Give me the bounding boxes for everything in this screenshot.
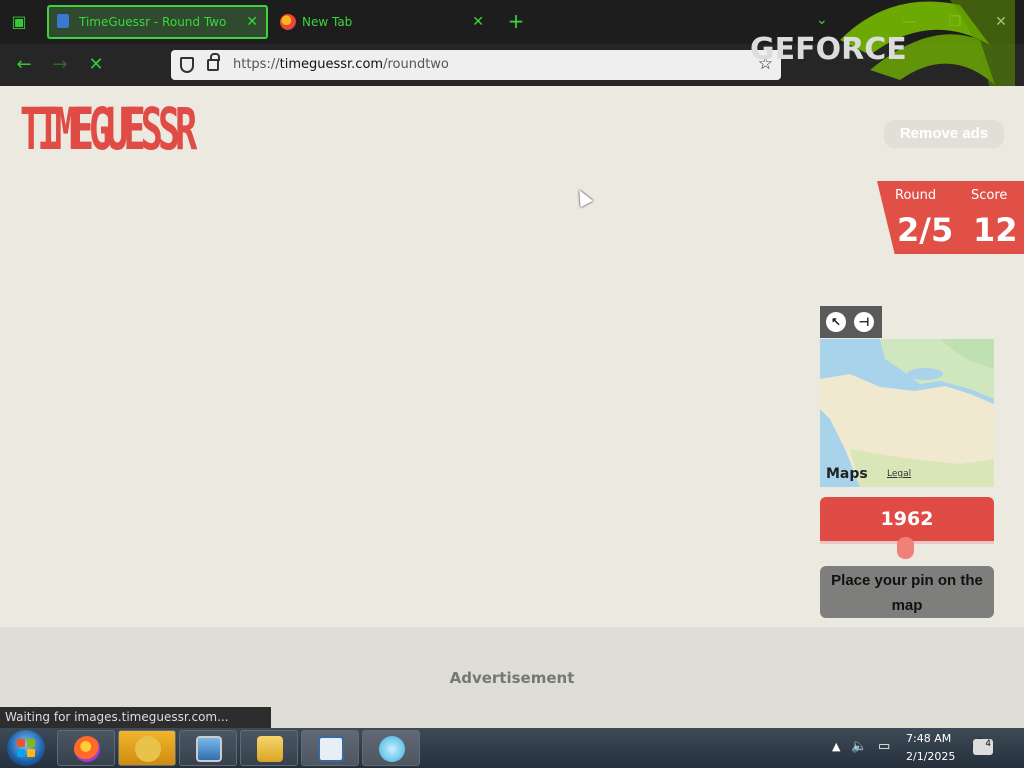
globe-icon — [379, 736, 405, 762]
maximize-icon[interactable]: ❐ — [943, 12, 967, 32]
notification-count-badge: 4 — [973, 739, 993, 755]
timeguessr-logo[interactable]: TIMEGUESSR — [20, 96, 197, 162]
folder-icon — [257, 736, 283, 762]
tab-groups-icon[interactable]: ▣ — [8, 11, 30, 33]
bee-icon — [135, 736, 161, 762]
firefox-icon — [74, 736, 100, 762]
start-button[interactable] — [7, 730, 45, 766]
tab-label: TimeGuessr - Round Two — [79, 15, 227, 29]
taskbar-explorer[interactable] — [240, 730, 298, 766]
timeguessr-favicon-icon — [57, 14, 69, 28]
map-terrain — [820, 339, 994, 487]
chevron-down-icon[interactable]: ⌄ — [816, 12, 828, 28]
map-legal-link[interactable]: Legal — [887, 469, 911, 479]
computer-icon — [196, 736, 222, 762]
map-controls: ↖ ⊣ — [820, 306, 882, 338]
page-content: TIMEGUESSR Remove ads Round 2/5 Score 12… — [0, 86, 1024, 627]
volume-icon[interactable]: 🔈 — [851, 739, 867, 754]
new-tab-button[interactable]: + — [505, 10, 527, 32]
url-text[interactable]: https://timeguessr.com/roundtwo — [233, 57, 449, 72]
minimize-icon[interactable]: — — [897, 12, 921, 32]
year-slider-thumb[interactable] — [897, 537, 914, 559]
tab-label: New Tab — [302, 15, 353, 29]
remove-ads-button[interactable]: Remove ads — [884, 120, 1004, 148]
clock-time[interactable]: 7:48 AM — [906, 732, 951, 745]
taskbar-document[interactable] — [301, 730, 359, 766]
firefox-favicon-icon — [280, 14, 296, 30]
address-bar[interactable]: https://timeguessr.com/roundtwo ☆ — [171, 50, 781, 80]
tray-expand-icon[interactable]: ▲ — [832, 740, 840, 753]
expand-map-icon[interactable]: ↖ — [826, 312, 846, 332]
shield-icon[interactable] — [180, 57, 194, 73]
stop-loading-icon[interactable]: ✕ — [84, 54, 108, 76]
network-icon[interactable]: ▭ — [878, 739, 890, 754]
taskbar-firefox[interactable] — [57, 730, 115, 766]
round-label: Round — [895, 188, 937, 203]
taskbar-bee-app[interactable] — [118, 730, 176, 766]
taskbar-globe-app[interactable] — [362, 730, 420, 766]
round-value: 2/5 — [897, 211, 954, 249]
browser-status-bar: Waiting for images.timeguessr.com... — [0, 707, 271, 728]
forward-arrow-icon[interactable]: → — [48, 54, 72, 76]
close-tab-icon[interactable]: ✕ — [246, 7, 258, 37]
close-window-icon[interactable]: ✕ — [989, 12, 1013, 32]
close-tab-icon[interactable]: ✕ — [472, 5, 484, 39]
guess-map[interactable]: Maps Legal — [820, 339, 994, 487]
document-icon — [318, 736, 344, 762]
score-label: Score — [971, 188, 1008, 203]
advertisement-label: Advertisement — [449, 669, 575, 687]
windows-taskbar: ▲ 🔈 ▭ 7:48 AM 2/1/2025 💬 — [0, 728, 1024, 768]
tab-timeguessr[interactable]: TimeGuessr - Round Two ✕ — [47, 5, 268, 39]
score-value: 12 — [973, 211, 1018, 249]
back-arrow-icon[interactable]: ← — [12, 54, 36, 76]
pin-map-icon[interactable]: ⊣ — [854, 312, 874, 332]
maps-brand: Maps — [826, 466, 868, 482]
tab-new-tab[interactable]: New Tab ✕ — [272, 5, 492, 39]
geforce-logo: GEFORCE — [750, 32, 907, 67]
lock-icon[interactable] — [207, 53, 220, 71]
year-display: 1962 — [820, 497, 994, 541]
round-score-card: Round 2/5 Score 12 — [877, 181, 1024, 254]
place-pin-button[interactable]: Place your pin on the map — [820, 566, 994, 618]
taskbar-remote-desktop[interactable] — [179, 730, 237, 766]
clock-date[interactable]: 2/1/2025 — [906, 750, 955, 763]
windows-logo-icon — [17, 739, 35, 757]
